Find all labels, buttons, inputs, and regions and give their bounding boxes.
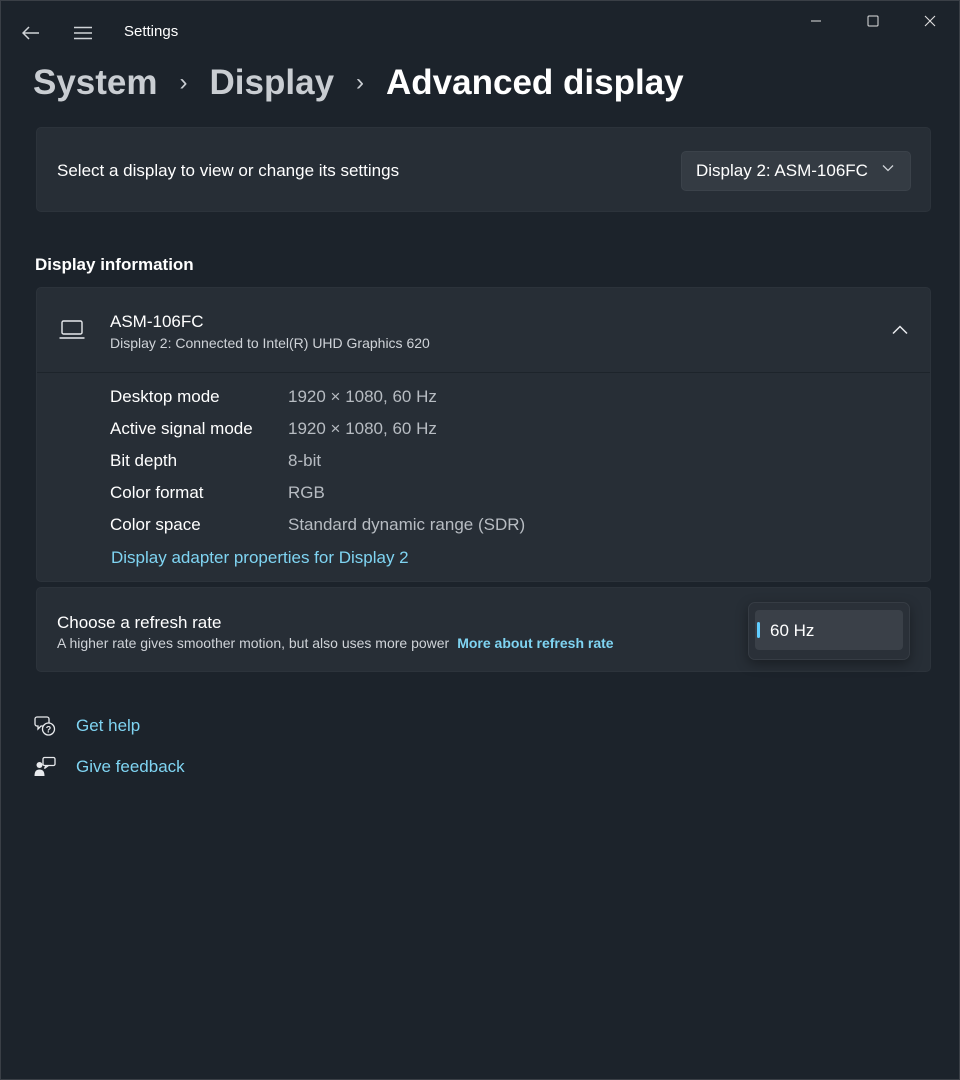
refresh-rate-description: A higher rate gives smoother motion, but… (57, 635, 450, 651)
minimize-button[interactable] (793, 5, 839, 37)
collapse-button[interactable] (887, 318, 913, 342)
info-value: RGB (288, 483, 325, 502)
refresh-rate-description-row: A higher rate gives smoother motion, but… (57, 635, 614, 651)
chevron-down-icon (882, 165, 894, 172)
refresh-rate-dropdown-popup: 60 Hz (748, 602, 910, 660)
window-title: Settings (124, 23, 179, 40)
refresh-rate-option[interactable]: 60 Hz (755, 610, 903, 650)
minimize-icon (811, 20, 821, 22)
display-information-header: Display information (35, 255, 194, 274)
refresh-rate-value: 60 Hz (770, 621, 815, 640)
monitor-name: ASM-106FC (110, 312, 204, 331)
info-key: Bit depth (110, 451, 178, 470)
refresh-rate-card: Choose a refresh rate A higher rate give… (36, 587, 931, 672)
display-dropdown[interactable]: Display 2: ASM-106FC (681, 151, 911, 191)
display-dropdown-value: Display 2: ASM-106FC (696, 161, 868, 180)
close-icon (924, 15, 936, 27)
svg-text:?: ? (46, 725, 52, 735)
selection-indicator (757, 622, 760, 638)
info-key: Desktop mode (110, 387, 220, 406)
display-select-card: Select a display to view or change its s… (36, 127, 931, 212)
navigation-menu-button[interactable] (67, 17, 99, 49)
feedback-icon (34, 756, 56, 778)
info-key: Active signal mode (110, 419, 253, 438)
back-arrow-icon (22, 26, 39, 40)
info-key: Color space (110, 515, 201, 534)
help-chat-icon: ? (34, 715, 56, 737)
chevron-right-icon: › (179, 69, 188, 96)
title-bar: Settings (1, 1, 959, 41)
get-help-label: Get help (76, 716, 141, 735)
maximize-icon (867, 15, 879, 27)
get-help-link[interactable]: ? Get help (34, 715, 140, 737)
info-key: Color format (110, 483, 204, 502)
info-value: 1920 × 1080, 60 Hz (288, 387, 437, 406)
give-feedback-label: Give feedback (76, 757, 185, 776)
display-adapter-properties-link[interactable]: Display adapter properties for Display 2 (111, 548, 409, 568)
laptop-icon (59, 320, 85, 339)
breadcrumb-system[interactable]: System (33, 63, 158, 103)
back-button[interactable] (15, 17, 47, 49)
refresh-rate-title: Choose a refresh rate (57, 613, 222, 632)
display-information-expander[interactable]: ASM-106FC Display 2: Connected to Intel(… (37, 288, 930, 373)
breadcrumb-display[interactable]: Display (210, 63, 335, 103)
hamburger-menu-icon (74, 26, 92, 40)
display-information-card: ASM-106FC Display 2: Connected to Intel(… (36, 287, 931, 582)
info-value: 1920 × 1080, 60 Hz (288, 419, 437, 438)
breadcrumb: System › Display › Advanced display (33, 59, 684, 107)
chevron-up-icon (892, 325, 908, 335)
info-value: Standard dynamic range (SDR) (288, 515, 526, 534)
close-button[interactable] (907, 5, 953, 37)
give-feedback-link[interactable]: Give feedback (34, 756, 185, 778)
page-title: Advanced display (386, 63, 684, 102)
info-value: 8-bit (288, 451, 322, 470)
monitor-connection: Display 2: Connected to Intel(R) UHD Gra… (110, 335, 430, 351)
more-about-refresh-rate-link[interactable]: More about refresh rate (457, 635, 613, 651)
maximize-button[interactable] (850, 5, 896, 37)
settings-window: Settings System › Display › Advanced dis… (0, 0, 960, 1080)
display-select-label: Select a display to view or change its s… (57, 161, 400, 180)
chevron-right-icon: › (356, 69, 365, 96)
